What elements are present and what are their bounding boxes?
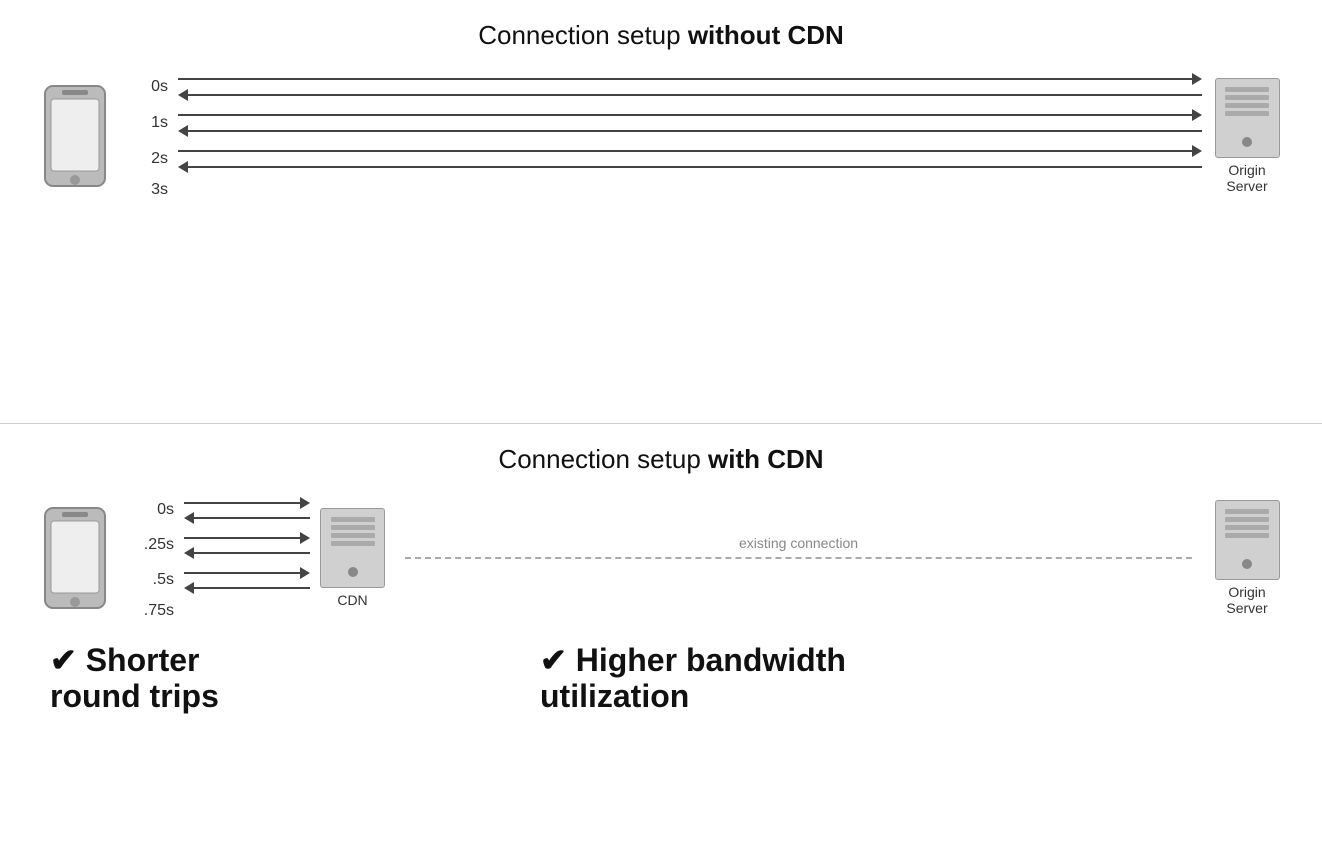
cdn-server-block: CDN	[320, 508, 385, 608]
cdn-arrow-fwd-25	[184, 532, 310, 544]
cdn-time-row-25s: .25s	[130, 532, 310, 559]
top-title-normal: Connection setup	[478, 20, 688, 50]
existing-connection-label: existing connection	[739, 535, 858, 551]
origin-server-lines	[1225, 509, 1269, 538]
top-diagram-row: 0s 1s	[0, 69, 1322, 203]
time-row-0s: 0s	[130, 73, 1202, 101]
cdn-time-label-25s: .25s	[130, 536, 174, 554]
origin-server-dot	[1242, 559, 1252, 569]
benefit-bandwidth-label: utilization	[540, 678, 689, 714]
benefit-bandwidth-text: ✔ Higher bandwidth utilization	[540, 642, 1282, 716]
cdn-time-label-0s: 0s	[130, 501, 174, 519]
top-server-dot	[1242, 137, 1252, 147]
benefit-bandwidth: ✔ Higher bandwidth utilization	[460, 642, 1282, 716]
cdn-phone-icon	[40, 503, 110, 613]
time-row-2s: 2s	[130, 145, 1202, 173]
cdn-time-row-0s: 0s	[130, 497, 310, 524]
time-row-3s: 3s	[130, 181, 1202, 199]
cdn-time-row-5s: .5s	[130, 567, 310, 594]
section-without-cdn: Connection setup without CDN 0s	[0, 0, 1322, 424]
top-title: Connection setup without CDN	[478, 20, 844, 51]
cdn-diagram-row: 0s .25s	[0, 493, 1322, 624]
time-label-0s: 0s	[130, 78, 168, 96]
cdn-arrow-ret-5	[184, 582, 310, 594]
dotted-line	[405, 557, 1192, 559]
origin-server-label: OriginServer	[1226, 584, 1267, 616]
cdn-server-box	[320, 508, 385, 588]
cdn-time-label-5s: .5s	[130, 571, 174, 589]
time-label-1s: 1s	[130, 114, 168, 132]
cdn-time-row-75s: .75s	[130, 602, 310, 620]
bottom-title-bold: with CDN	[708, 444, 824, 474]
cdn-short-arrows: 0s .25s	[120, 493, 320, 624]
cdn-server-dot	[348, 567, 358, 577]
benefit-shorter-check: ✔ Shorter	[50, 642, 200, 678]
top-arrows-area: 0s 1s	[120, 69, 1212, 203]
bottom-title-normal: Connection setup	[498, 444, 708, 474]
arrow-fwd-1	[178, 109, 1202, 121]
arrow-fwd-2	[178, 145, 1202, 157]
bottom-title: Connection setup with CDN	[498, 444, 823, 475]
cdn-label: CDN	[337, 592, 367, 608]
arrow-ret-0	[178, 89, 1202, 101]
cdn-time-label-75s: .75s	[130, 602, 174, 620]
cdn-arrow-ret-25	[184, 547, 310, 559]
top-server-box	[1215, 78, 1280, 158]
benefits-row: ✔ Shorter round trips ✔ Higher bandwidth…	[0, 632, 1322, 716]
cdn-arrow-ret-0	[184, 512, 310, 524]
top-server-lines	[1225, 87, 1269, 116]
arrow-ret-2	[178, 161, 1202, 173]
top-server-label: OriginServer	[1226, 162, 1267, 194]
time-label-2s: 2s	[130, 150, 168, 168]
benefit-shorter-trips: ✔ Shorter round trips	[40, 642, 460, 716]
arrow-ret-1	[178, 125, 1202, 137]
cdn-middle-section: existing connection	[385, 557, 1212, 559]
top-title-bold: without CDN	[688, 20, 844, 50]
origin-server-box	[1215, 500, 1280, 580]
section-with-cdn: Connection setup with CDN 0s	[0, 424, 1322, 846]
cdn-arrow-fwd-0	[184, 497, 310, 509]
phone-icon	[40, 81, 110, 191]
origin-server-icon: OriginServer	[1212, 500, 1282, 616]
cdn-arrow-fwd-5	[184, 567, 310, 579]
benefit-bandwidth-check: ✔ Higher bandwidth	[540, 642, 846, 678]
benefit-shorter-label: round trips	[50, 678, 219, 714]
cdn-server-lines	[331, 517, 375, 546]
time-label-3s: 3s	[130, 181, 168, 199]
arrow-fwd-0	[178, 73, 1202, 85]
time-row-1s: 1s	[130, 109, 1202, 137]
benefit-shorter-text: ✔ Shorter round trips	[50, 642, 460, 716]
top-server-icon: OriginServer	[1212, 78, 1282, 194]
